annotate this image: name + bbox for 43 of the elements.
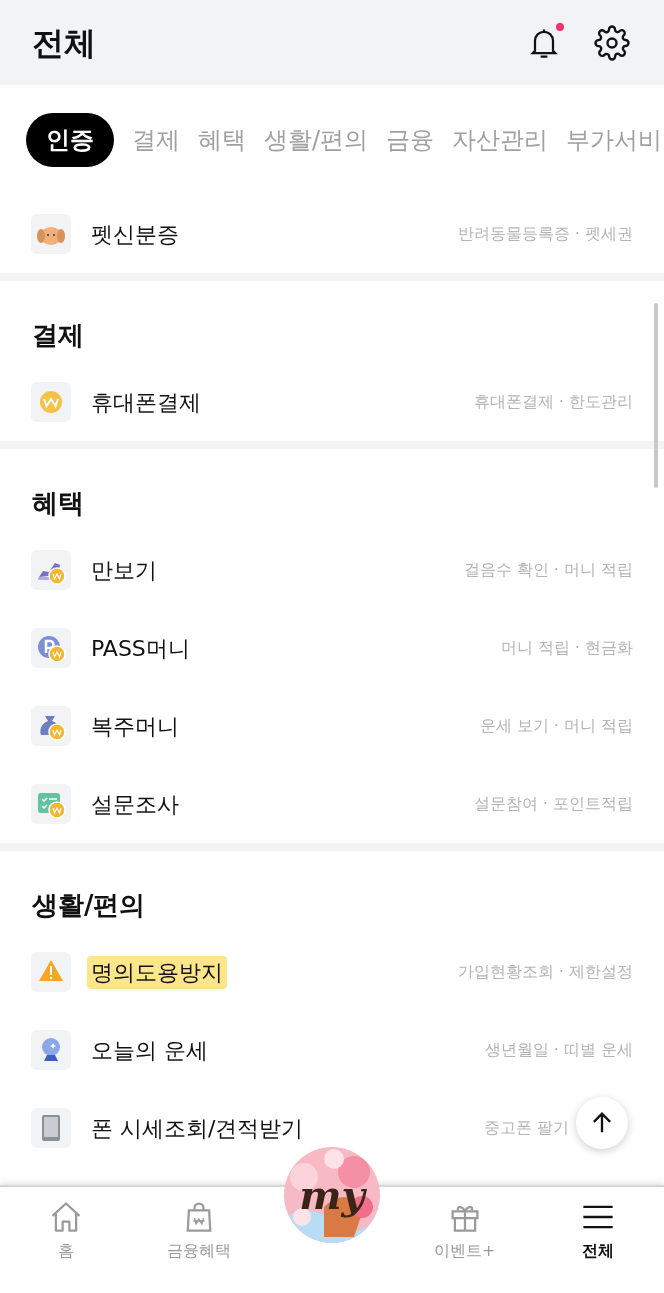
menu-item-detail: 설문참여 · 포인트적립 bbox=[473, 793, 633, 815]
nav-tab[interactable]: 전체 bbox=[531, 1199, 664, 1263]
menu-item[interactable]: 명의도용방지 가입현황조회 · 제한설정 bbox=[0, 933, 664, 1011]
menu-item-name: 명의도용방지 bbox=[87, 955, 227, 989]
menu-item[interactable]: 오늘의 운세 생년월일 · 띠별 운세 bbox=[0, 1011, 664, 1089]
menu-item[interactable]: PASS머니 머니 적립 · 현금화 bbox=[0, 609, 664, 687]
pouch-icon bbox=[31, 706, 71, 746]
menu-item[interactable]: 만보기 걸음수 확인 · 머니 적립 bbox=[0, 531, 664, 609]
category-tab[interactable]: 인증 bbox=[26, 113, 114, 167]
my-button[interactable]: my bbox=[284, 1147, 380, 1243]
menu-item-name: 설문조사 bbox=[90, 790, 180, 819]
menu-item-detail: 반려동물등록증 · 펫세권 bbox=[457, 223, 633, 245]
menu-item-name: 만보기 bbox=[90, 556, 158, 585]
section-title: 혜택 bbox=[32, 487, 84, 520]
menu-item-name: 휴대폰결제 bbox=[90, 388, 202, 417]
menu-item[interactable]: 설문조사 설문참여 · 포인트적립 bbox=[0, 765, 664, 843]
dog-face-icon bbox=[31, 214, 71, 254]
menu-item-name: 복주머니 bbox=[90, 712, 180, 741]
menu-item-detail: 운세 보기 · 머니 적립 bbox=[479, 715, 633, 737]
menu-item-detail: 생년월일 · 띠별 운세 bbox=[484, 1039, 633, 1061]
menu-item-name: 오늘의 운세 bbox=[90, 1036, 209, 1065]
menu-item[interactable]: 복주머니 운세 보기 · 머니 적립 bbox=[0, 687, 664, 765]
warning-icon bbox=[31, 952, 71, 992]
phone-icon bbox=[31, 1108, 71, 1148]
menu-item-detail: 가입현황조회 · 제한설정 bbox=[457, 961, 633, 983]
page-title: 전체 bbox=[32, 22, 96, 64]
menu-item-detail: 휴대폰결제 · 한도관리 bbox=[473, 391, 633, 413]
won-coin-icon bbox=[31, 382, 71, 422]
checklist-icon bbox=[31, 784, 71, 824]
menu-item-name: 펫신분증 bbox=[90, 220, 180, 249]
menu-item[interactable]: 휴대폰결제 휴대폰결제 · 한도관리 bbox=[0, 363, 664, 441]
p-coin-icon bbox=[31, 628, 71, 668]
menu-item-name: PASS머니 bbox=[90, 634, 191, 663]
menu-item-detail: 머니 적립 · 현금화 bbox=[500, 637, 633, 659]
menu-item-detail: 걸음수 확인 · 머니 적립 bbox=[463, 559, 633, 581]
section-title: 생활/편의 bbox=[32, 889, 146, 922]
settings-button[interactable] bbox=[592, 22, 632, 63]
menu-item-name: 폰 시세조회/견적받기 bbox=[90, 1114, 305, 1143]
menu-item[interactable]: 펫신분증 반려동물등록증 · 펫세권 bbox=[0, 195, 664, 273]
section-title: 결제 bbox=[32, 319, 84, 352]
menu-item-detail: 중고폰 팔기 bbox=[483, 1117, 569, 1139]
settings-icon bbox=[594, 24, 630, 61]
scroll-to-top-button[interactable] bbox=[576, 1097, 628, 1149]
